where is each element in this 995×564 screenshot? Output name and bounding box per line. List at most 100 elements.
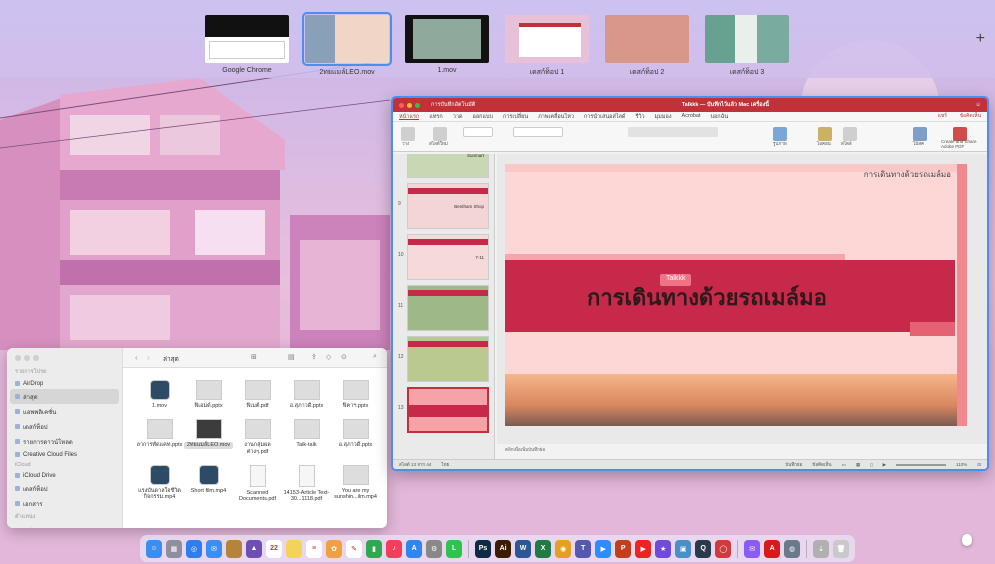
picture-icon[interactable]: [773, 127, 787, 141]
add-space-button[interactable]: +: [976, 30, 985, 48]
ribbon-tab[interactable]: ออกแบบ: [473, 113, 493, 120]
minimize-icon[interactable]: [407, 102, 412, 108]
ribbon-tab[interactable]: การเปลี่ยน: [503, 113, 528, 120]
sidebar-item[interactable]: เดสก์ท็อป: [7, 481, 122, 496]
sidebar-item[interactable]: Creative Cloud Files: [7, 449, 122, 460]
icons-icon[interactable]: [818, 127, 832, 141]
new-slide-icon[interactable]: [433, 127, 447, 141]
zoom-slider[interactable]: [896, 463, 947, 466]
comments-status-button[interactable]: ข้อคิดเห็น: [812, 461, 831, 468]
notes-button[interactable]: บันทึกย่อ: [785, 461, 802, 468]
freeform-icon[interactable]: ✎: [346, 539, 363, 558]
space-desktop-2[interactable]: เดสก์ท็อป 2: [605, 15, 689, 78]
view-grid-icon[interactable]: ⊞: [251, 353, 257, 361]
calendar-icon[interactable]: 22: [266, 539, 283, 558]
reminders-icon[interactable]: ≡: [306, 539, 323, 558]
designer-icon[interactable]: [913, 127, 927, 141]
slide-thumbnail[interactable]: Sunmart: [407, 154, 489, 178]
slideshow-icon[interactable]: ▶: [883, 462, 886, 468]
notes-area[interactable]: คลิกเพื่อเพิ่มบันทึกย่อ: [497, 444, 987, 454]
notes-icon[interactable]: [286, 539, 303, 558]
space-leo-video[interactable]: 2ทยแมล์LEO.mov: [302, 12, 392, 78]
slide-thumbnail[interactable]: Bentham Shop: [407, 183, 489, 229]
fit-icon[interactable]: ⊡: [977, 462, 981, 468]
photo-booth-icon[interactable]: ◯: [715, 539, 732, 558]
quicktime-icon[interactable]: Q: [695, 539, 712, 558]
line-icon[interactable]: L: [446, 539, 463, 558]
file-item[interactable]: 2ทยแมล์LEO.mov: [184, 419, 233, 455]
ribbon-tab[interactable]: มุมมอง: [655, 113, 672, 120]
file-item[interactable]: อ.สุภาวดี.pptx: [282, 380, 331, 409]
zoom-icon[interactable]: ▶: [595, 539, 612, 558]
trash-icon[interactable]: 🗑: [833, 539, 850, 558]
search-icon[interactable]: ⌕: [373, 353, 377, 361]
photoshop-icon[interactable]: Ps: [475, 539, 492, 558]
file-item[interactable]: ฟิเมต์.pdf: [233, 380, 282, 409]
messenger-icon[interactable]: ✉: [744, 539, 761, 558]
sidebar-item[interactable]: เครือข่าย: [7, 523, 122, 528]
disk-utility-icon[interactable]: ◍: [784, 539, 801, 558]
group-icon[interactable]: ▤: [288, 353, 295, 361]
file-item[interactable]: 1.mov: [135, 380, 184, 409]
sidebar-item[interactable]: รายการดาวน์โหลด: [7, 434, 122, 449]
back-icon[interactable]: ‹: [135, 353, 138, 362]
file-item[interactable]: แรงบันดาลใจชีวิต กิจกรรม.mp4: [135, 464, 184, 503]
imovie-icon[interactable]: ★: [655, 539, 672, 558]
space-desktop-3[interactable]: เดสก์ท็อป 3: [705, 15, 789, 78]
share-icon[interactable]: ⇪: [311, 353, 317, 361]
illustrator-icon[interactable]: Ai: [495, 539, 512, 558]
paste-icon[interactable]: [401, 127, 415, 141]
app-store-icon[interactable]: A: [406, 539, 423, 558]
file-item[interactable]: ลาการทัดแคท.pptx: [135, 419, 184, 455]
finder-icon[interactable]: ☺: [145, 539, 162, 558]
slide-thumbnail[interactable]: 7-11: [407, 234, 489, 280]
autosave-label[interactable]: การบันทึกอัตโนมัติ: [431, 101, 475, 109]
slide-canvas[interactable]: การเดินทางด้วยรถเมล์มอ การเดินทางด้วยรถเ…: [497, 154, 987, 444]
space-google-chrome[interactable]: Google Chrome: [205, 15, 289, 74]
photos-icon[interactable]: ✿: [326, 539, 343, 558]
close-icon[interactable]: [399, 102, 404, 108]
forward-icon[interactable]: ›: [147, 353, 150, 362]
share-button[interactable]: แชร์: [938, 112, 947, 120]
zoom-level[interactable]: 110%: [956, 462, 967, 467]
ribbon-tab[interactable]: รีวิว: [636, 113, 645, 120]
normal-view-icon[interactable]: ▭: [842, 462, 846, 468]
sidebar-item[interactable]: ล่าสุด: [10, 389, 119, 404]
ribbon-tab[interactable]: แทรก: [429, 113, 442, 120]
powerpoint-icon[interactable]: P: [615, 539, 632, 558]
file-item[interactable]: งานกลุ่มผล ต่างๆ.pdf: [233, 419, 282, 455]
ribbon-tab[interactable]: Acrobat: [682, 113, 701, 120]
ribbon-tab[interactable]: บอกฉัน: [711, 113, 729, 120]
downloads-stack-icon[interactable]: ⇣: [813, 539, 830, 558]
slide-thumbnail[interactable]: [407, 285, 489, 331]
zoom-icon[interactable]: [415, 102, 420, 108]
file-item[interactable]: ฟิเอมด์.pptx: [184, 380, 233, 409]
space-desktop-1[interactable]: เดสก์ท็อป 1: [505, 15, 589, 78]
style-icon[interactable]: [843, 127, 857, 141]
sidebar-item[interactable]: แอพพลิเคชั่น: [7, 404, 122, 419]
launchpad-icon[interactable]: ▦: [165, 539, 182, 558]
language-label[interactable]: ไทย: [441, 461, 449, 468]
slide-thumbnail[interactable]: [407, 387, 489, 433]
sidebar-item[interactable]: เอกสาร: [7, 496, 122, 511]
acrobat-icon[interactable]: A: [764, 539, 781, 558]
comments-button[interactable]: ข้อคิดเห็น: [960, 112, 981, 120]
settings-icon[interactable]: ⚙: [426, 539, 443, 558]
preview-icon[interactable]: ▣: [675, 539, 692, 558]
word-icon[interactable]: W: [515, 539, 532, 558]
sorter-view-icon[interactable]: ▦: [856, 462, 860, 468]
current-slide[interactable]: การเดินทางด้วยรถเมล์มอ การเดินทางด้วยรถเ…: [505, 164, 967, 426]
font-select[interactable]: [463, 127, 493, 137]
file-item[interactable]: You are my sunshin...ilm.mp4: [331, 464, 380, 503]
file-item[interactable]: Short film.mp4: [184, 464, 233, 503]
space-1-mov[interactable]: 1.mov: [405, 15, 489, 74]
zoom-icon[interactable]: [33, 355, 39, 361]
file-item[interactable]: อ.สุภาวดี.pptx: [331, 419, 380, 455]
tag-icon[interactable]: ◇: [326, 353, 331, 361]
paragraph-controls[interactable]: [628, 127, 718, 137]
mail-icon[interactable]: ✉: [205, 539, 222, 558]
teams-icon[interactable]: T: [575, 539, 592, 558]
sidebar-item[interactable]: iCloud Drive: [7, 470, 122, 481]
music-icon[interactable]: ♪: [386, 539, 403, 558]
file-item[interactable]: ฟิคาฯ.pptx: [331, 380, 380, 409]
